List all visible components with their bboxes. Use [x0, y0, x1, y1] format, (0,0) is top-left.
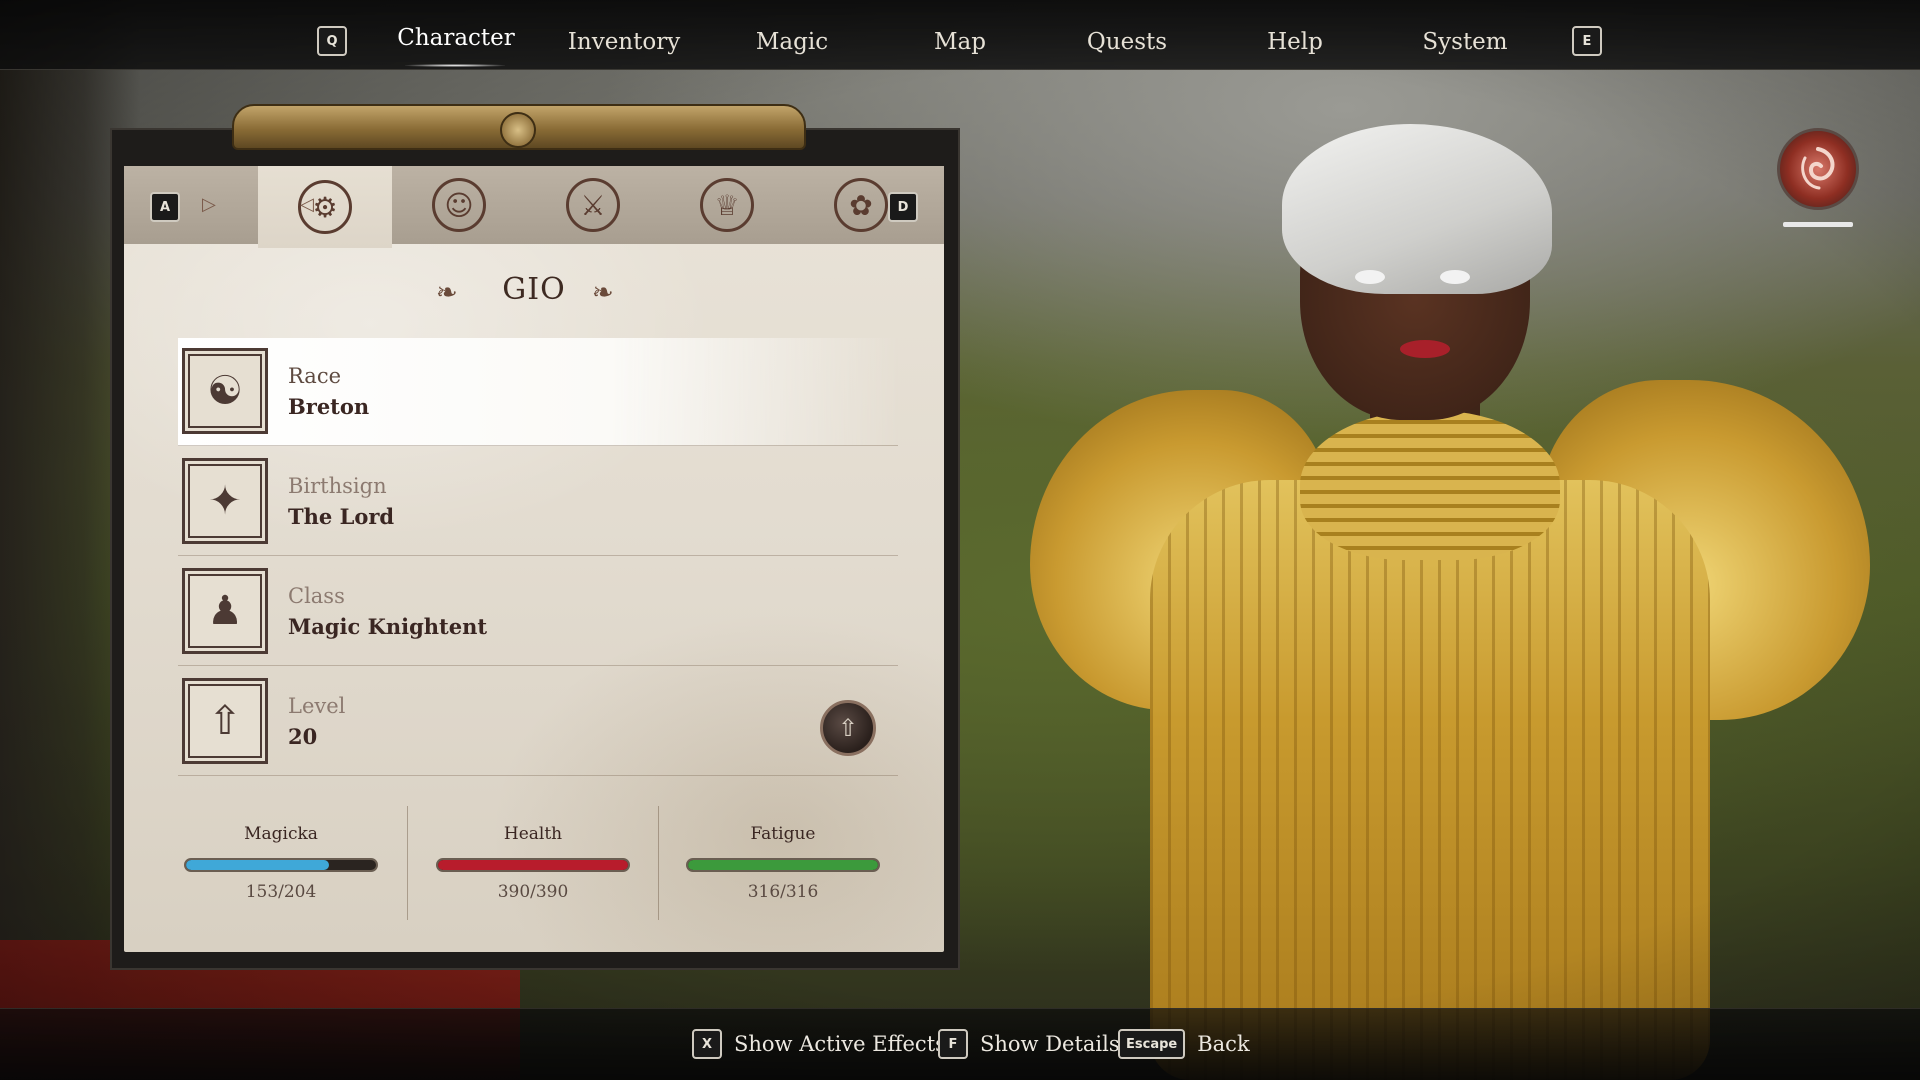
hooded-figure-icon: ♟: [182, 568, 268, 654]
subtab-character[interactable]: ⚙: [258, 166, 392, 248]
fatigue-bar-fill: [688, 860, 878, 870]
prev-menu-key[interactable]: Q: [317, 26, 347, 56]
row-value: The Lord: [288, 504, 395, 529]
row-value: Magic Knightent: [288, 614, 488, 639]
constellation-icon: ✦: [182, 458, 268, 544]
stat-label: Health: [503, 824, 563, 844]
row-value: Breton: [288, 394, 370, 419]
tab-magic[interactable]: Magic: [742, 22, 842, 62]
row-label: Level: [288, 694, 346, 718]
subtab-attributes[interactable]: ☺: [392, 166, 526, 244]
stat-label: Magicka: [244, 824, 318, 844]
character-name: GIO: [502, 272, 566, 307]
hint-label: Show Details: [980, 1032, 1120, 1056]
skills-torch-icon: ⚔: [566, 178, 620, 232]
back-button[interactable]: Escape Back: [1118, 1027, 1250, 1061]
flourish-right-icon: ❧: [592, 278, 614, 308]
subtab-skills[interactable]: ⚔: [526, 166, 660, 244]
show-details-button[interactable]: F Show Details: [938, 1027, 1120, 1061]
tab-system[interactable]: System: [1410, 22, 1520, 62]
prev-subtab-key[interactable]: A: [150, 192, 180, 222]
key-x: X: [692, 1029, 722, 1059]
stat-magicka: Magicka 153/204: [156, 808, 406, 908]
stat-label: Fatigue: [750, 824, 816, 844]
row-class[interactable]: ♟ Class Magic Knightent: [178, 558, 898, 666]
active-tab-indicator: [405, 64, 505, 67]
subtab-factions[interactable]: ♕: [660, 166, 794, 244]
tab-character[interactable]: Character: [395, 18, 517, 58]
row-label: Class: [288, 584, 345, 608]
two-faces-icon: ☯: [182, 348, 268, 434]
emblem-underline: [1783, 222, 1853, 227]
guild-emblem-icon: [1777, 128, 1859, 210]
show-active-effects-button[interactable]: X Show Active Effects: [692, 1027, 946, 1061]
stat-value: 153/204: [245, 882, 317, 902]
row-level[interactable]: ⇧ Level 20 ⇧: [178, 668, 898, 776]
next-menu-key[interactable]: E: [1572, 26, 1602, 56]
magicka-bar: [184, 858, 378, 872]
health-bar: [436, 858, 630, 872]
hint-label: Show Active Effects: [734, 1032, 946, 1056]
key-f: F: [938, 1029, 968, 1059]
panel-crest-ornament: [232, 104, 806, 150]
row-label: Birthsign: [288, 474, 387, 498]
level-arrow-icon: ⇧: [182, 678, 268, 764]
tab-inventory[interactable]: Inventory: [568, 22, 680, 62]
stat-value: 390/390: [497, 882, 569, 902]
tab-quests[interactable]: Quests: [1077, 22, 1177, 62]
tab-help[interactable]: Help: [1245, 22, 1345, 62]
fatigue-bar: [686, 858, 880, 872]
level-up-icon[interactable]: ⇧: [820, 700, 876, 756]
stat-value: 316/316: [747, 882, 819, 902]
health-bar-fill: [438, 860, 628, 870]
misc-flowers-icon: ✿: [834, 178, 888, 232]
row-label: Race: [288, 364, 342, 388]
row-value: 20: [288, 724, 318, 749]
row-birthsign[interactable]: ✦ Birthsign The Lord: [178, 448, 898, 556]
stat-fatigue: Fatigue 316/316: [658, 808, 908, 908]
tab-map[interactable]: Map: [910, 22, 1010, 62]
stat-health: Health 390/390: [408, 808, 658, 908]
magicka-bar-fill: [186, 860, 329, 870]
character-subtabs: ⚙ ☺ ⚔ ♕ ✿ ▷ ◁: [124, 166, 944, 248]
attributes-figure-icon: ☺: [432, 178, 486, 232]
next-subtab-key[interactable]: D: [888, 192, 918, 222]
hint-label: Back: [1197, 1032, 1250, 1056]
factions-crown-icon: ♕: [700, 178, 754, 232]
arrow-right-icon: ▷: [202, 194, 216, 215]
key-escape: Escape: [1118, 1029, 1186, 1059]
row-race[interactable]: ☯ Race Breton: [178, 338, 898, 446]
arrow-left-icon: ◁: [300, 194, 314, 215]
